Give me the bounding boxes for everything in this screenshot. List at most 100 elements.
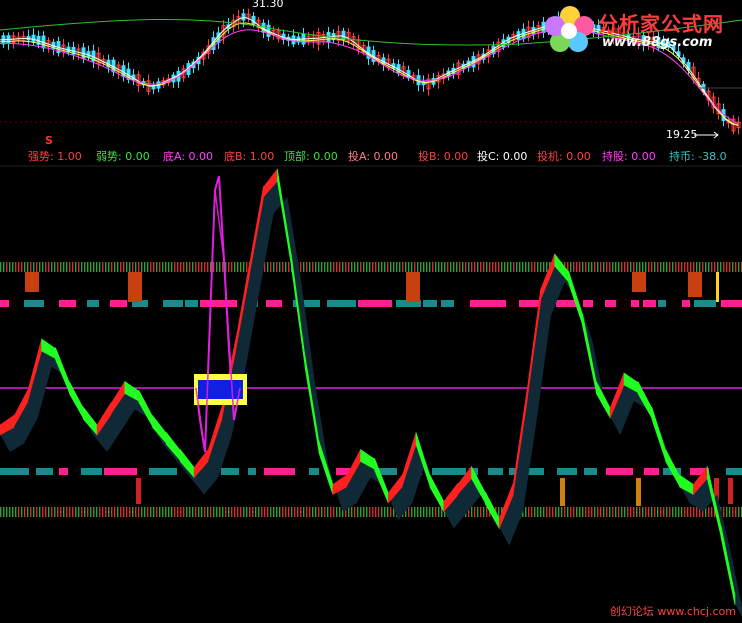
upper-tick-bar: [87, 262, 89, 272]
lower-tick-bar: [207, 507, 209, 517]
upper-signal-dash: [470, 300, 506, 307]
lower-tick-bar: [408, 507, 410, 517]
upper-tick-bar: [21, 262, 23, 272]
lower-tick-bar: [333, 507, 335, 517]
upper-tick-bar: [507, 262, 509, 272]
upper-tick-bar: [342, 262, 344, 272]
upper-tick-bar: [72, 262, 74, 272]
lower-tick-bar: [555, 507, 557, 517]
upper-tick-bar: [732, 262, 734, 272]
upper-tick-bar: [273, 262, 275, 272]
upper-tick-bar: [693, 262, 695, 272]
lower-tick-bar: [198, 507, 200, 517]
upper-tick-bar: [30, 262, 32, 272]
lower-tick-bar: [270, 507, 272, 517]
lower-tick-bar: [147, 507, 149, 517]
lower-tick-bar: [234, 507, 236, 517]
upper-tick-bar: [189, 262, 191, 272]
upper-signal-bar: [128, 272, 142, 302]
upper-tick-bar: [384, 262, 386, 272]
upper-tick-bar: [738, 262, 740, 272]
lower-tick-bar: [684, 507, 686, 517]
upper-tick-bar: [60, 262, 62, 272]
lower-tick-bar: [0, 507, 2, 517]
lower-tick-bar: [540, 507, 542, 517]
lower-tick-bar: [285, 507, 287, 517]
lower-tick-bar: [357, 507, 359, 517]
lower-tick-bar: [279, 507, 281, 517]
upper-signal-dash: [327, 300, 356, 307]
upper-tick-bar: [519, 262, 521, 272]
indicator-shadow-band: [0, 179, 742, 617]
lower-tick-bar: [213, 507, 215, 517]
upper-tick-bar: [594, 262, 596, 272]
upper-tick-bar: [486, 262, 488, 272]
lower-tick-bar: [27, 507, 29, 517]
lower-tick-bar: [129, 507, 131, 517]
upper-tick-bar: [414, 262, 416, 272]
upper-tick-bar: [75, 262, 77, 272]
upper-tick-bar: [546, 262, 548, 272]
upper-tick-bar: [624, 262, 626, 272]
lower-tick-bar: [480, 507, 482, 517]
upper-tick-bar: [525, 262, 527, 272]
upper-tick-bar: [585, 262, 587, 272]
lower-tick-bar: [735, 507, 737, 517]
upper-tick-bar: [684, 262, 686, 272]
lower-tick-bar: [486, 507, 488, 517]
upper-tick-bar: [510, 262, 512, 272]
lower-tick-bar: [228, 507, 230, 517]
lower-tick-bar: [651, 507, 653, 517]
upper-tick-bar: [423, 262, 425, 272]
upper-tick-bar: [24, 262, 26, 272]
lower-tick-bar: [306, 507, 308, 517]
upper-tick-bar: [681, 262, 683, 272]
upper-tick-bar: [51, 262, 53, 272]
lower-tick-bar: [297, 507, 299, 517]
lower-tick-bar: [18, 507, 20, 517]
lower-tick-bar: [33, 507, 35, 517]
lower-tick-bar: [84, 507, 86, 517]
upper-tick-bar: [288, 262, 290, 272]
upper-tick-bar: [495, 262, 497, 272]
lower-tick-bar: [168, 507, 170, 517]
lower-tick-bar: [642, 507, 644, 517]
lower-signal-dash: [432, 468, 466, 475]
lower-tick-bar: [144, 507, 146, 517]
upper-tick-bar: [411, 262, 413, 272]
upper-tick-bar: [207, 262, 209, 272]
upper-tick-bar: [456, 262, 458, 272]
upper-tick-bar: [246, 262, 248, 272]
upper-tick-bar: [108, 262, 110, 272]
lower-tick-bar: [609, 507, 611, 517]
lower-tick-bar: [603, 507, 605, 517]
lower-tick-bar: [570, 507, 572, 517]
upper-tick-bar: [309, 262, 311, 272]
upper-tick-bar: [111, 262, 113, 272]
lower-tick-bar: [177, 507, 179, 517]
lower-tick-bar: [537, 507, 539, 517]
upper-tick-bar: [531, 262, 533, 272]
upper-tick-bar: [267, 262, 269, 272]
upper-tick-bar: [396, 262, 398, 272]
upper-tick-bar: [483, 262, 485, 272]
lower-tick-bar: [153, 507, 155, 517]
upper-tick-bar: [597, 262, 599, 272]
upper-tick-bar: [591, 262, 593, 272]
upper-tick-bar: [222, 262, 224, 272]
lower-tick-bar: [189, 507, 191, 517]
upper-tick-bar: [471, 262, 473, 272]
lower-tick-bar: [573, 507, 575, 517]
lower-tick-bar: [351, 507, 353, 517]
upper-tick-bar: [6, 262, 8, 272]
indicator-band-segment: [69, 381, 84, 420]
lower-signal-bar: [728, 478, 733, 504]
lower-signal-dash: [81, 468, 102, 475]
lower-tick-bar: [183, 507, 185, 517]
upper-tick-bar: [462, 262, 464, 272]
lower-tick-bar: [117, 507, 119, 517]
upper-tick-bar: [135, 262, 137, 272]
lower-signal-bar: [636, 478, 641, 506]
upper-tick-bar: [339, 262, 341, 272]
upper-signal-dash: [682, 300, 690, 307]
